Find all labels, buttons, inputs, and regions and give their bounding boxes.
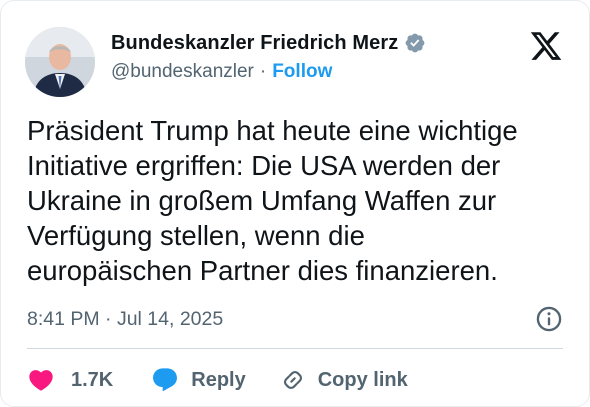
display-name[interactable]: Bundeskanzler Friedrich Merz bbox=[111, 32, 398, 55]
timestamp-row: 8:41 PM · Jul 14, 2025 bbox=[27, 304, 563, 334]
handle-row: @bundeskanzler · Follow bbox=[111, 61, 426, 83]
tweet-header: Bundeskanzler Friedrich Merz @bundeskanz… bbox=[25, 23, 569, 97]
copy-link-label: Copy link bbox=[317, 368, 408, 391]
tweet-card: Bundeskanzler Friedrich Merz @bundeskanz… bbox=[0, 0, 590, 407]
like-button[interactable]: 1.7K bbox=[27, 366, 113, 394]
handle[interactable]: @bundeskanzler bbox=[111, 61, 254, 83]
reply-button[interactable]: Reply bbox=[151, 366, 246, 394]
link-icon bbox=[283, 370, 302, 390]
x-logo-icon[interactable] bbox=[529, 29, 563, 63]
avatar-portrait bbox=[25, 27, 95, 97]
display-name-row: Bundeskanzler Friedrich Merz bbox=[111, 29, 426, 57]
separator-dot: · bbox=[259, 61, 267, 82]
heart-icon bbox=[29, 370, 53, 391]
info-icon[interactable] bbox=[535, 305, 563, 333]
follow-button[interactable]: Follow bbox=[272, 61, 332, 83]
tweet-actions: 1.7K Reply Copy link bbox=[27, 361, 408, 399]
like-count: 1.7K bbox=[71, 368, 114, 391]
tweet-timestamp[interactable]: 8:41 PM · Jul 14, 2025 bbox=[27, 308, 223, 331]
tweet-text: Präsident Trump hat heute eine wichtige … bbox=[27, 115, 518, 286]
reply-label: Reply bbox=[191, 368, 246, 391]
author-info: Bundeskanzler Friedrich Merz @bundeskanz… bbox=[111, 29, 426, 83]
divider bbox=[27, 348, 563, 349]
verified-badge-icon bbox=[405, 33, 425, 53]
copy-link-button[interactable]: Copy link bbox=[280, 367, 408, 393]
reply-bubble-icon bbox=[153, 368, 178, 392]
avatar[interactable] bbox=[25, 27, 95, 97]
